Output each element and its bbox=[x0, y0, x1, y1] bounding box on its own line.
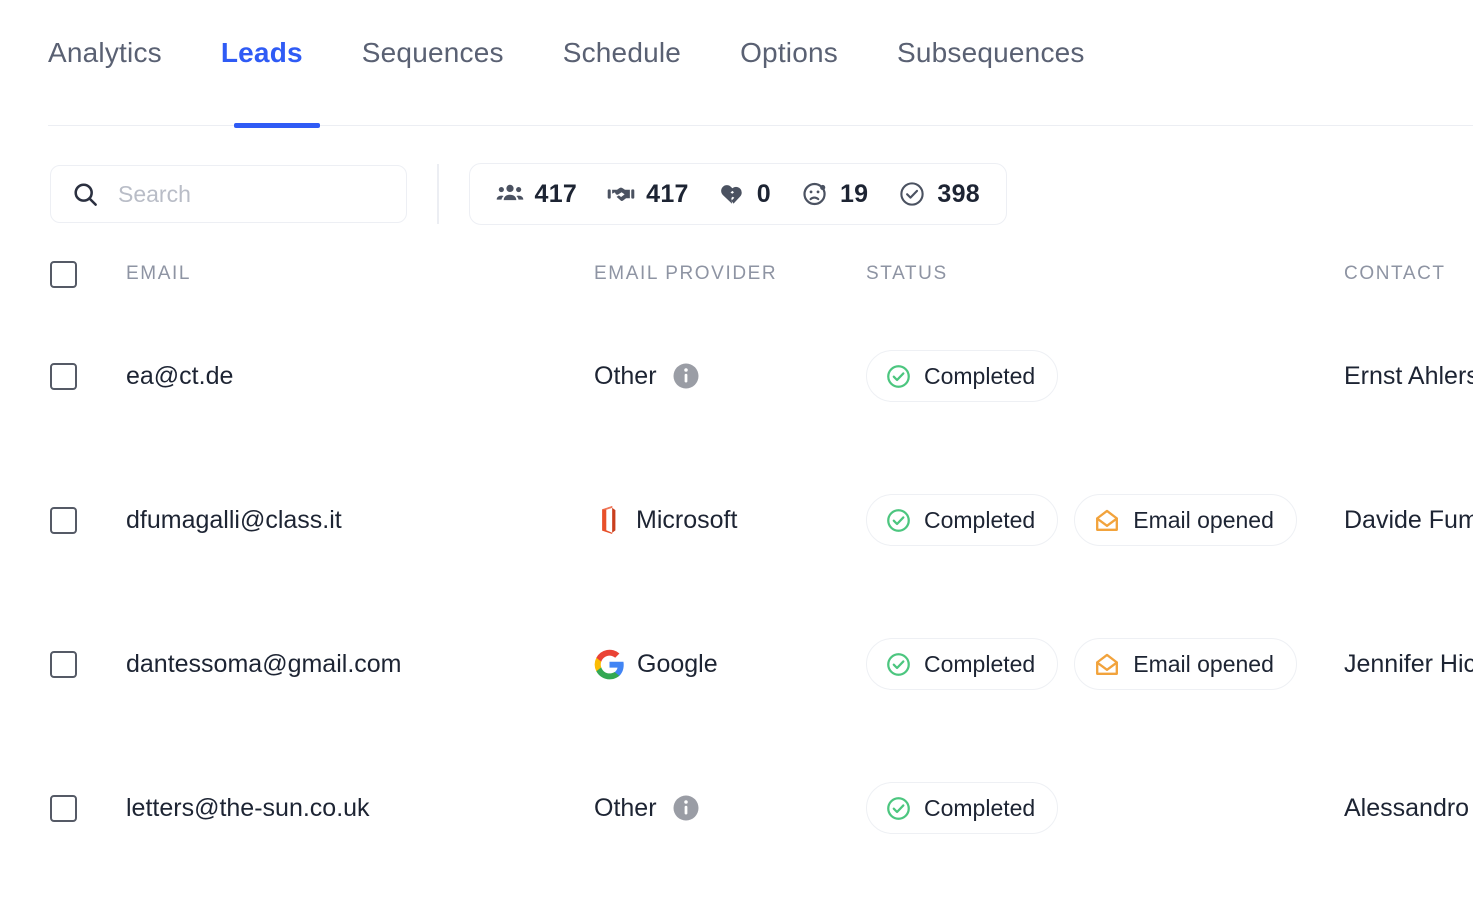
provider-label: Other bbox=[594, 793, 657, 822]
status-badge-completed[interactable]: Completed bbox=[866, 638, 1059, 690]
status-badge-completed[interactable]: Completed bbox=[866, 494, 1059, 546]
cell-status: Completed bbox=[866, 782, 1344, 834]
column-header-status[interactable]: STATUS bbox=[866, 263, 1344, 285]
tab-analytics[interactable]: Analytics bbox=[48, 38, 191, 68]
search-input[interactable] bbox=[118, 180, 386, 208]
cell-status: Completed Email opened bbox=[866, 494, 1344, 546]
row-select-cell bbox=[50, 650, 126, 678]
cell-contact: Jennifer Hicks bbox=[1344, 649, 1473, 678]
status-badge-label: Completed bbox=[924, 794, 1036, 821]
column-header-email-provider[interactable]: EMAIL PROVIDER bbox=[594, 263, 866, 285]
tab-schedule[interactable]: Schedule bbox=[563, 38, 710, 68]
table-row[interactable]: dfumagalli@class.it Microsoft Completed … bbox=[50, 448, 1473, 592]
cell-status: Completed bbox=[866, 350, 1344, 402]
search-icon bbox=[71, 180, 100, 209]
table-header-row: EMAIL EMAIL PROVIDER STATUS CONTACT bbox=[50, 244, 1473, 304]
stat-contacted[interactable]: 417 bbox=[607, 180, 689, 209]
stat-value: 19 bbox=[839, 179, 869, 208]
broken-heart-icon bbox=[719, 181, 746, 208]
microsoft-logo-icon bbox=[594, 504, 624, 536]
leads-table: EMAIL EMAIL PROVIDER STATUS CONTACT ea@c… bbox=[0, 244, 1473, 880]
cell-email: letters@the-sun.co.uk bbox=[126, 793, 370, 822]
check-circle-icon bbox=[885, 651, 912, 678]
cell-contact: Alessandro bbox=[1344, 793, 1470, 822]
cell-email-provider: Other bbox=[594, 361, 866, 391]
stats-bar: 417 417 0 19 398 bbox=[468, 163, 1008, 225]
status-badge-completed[interactable]: Completed bbox=[866, 782, 1059, 834]
row-checkbox[interactable] bbox=[50, 362, 77, 390]
cell-email-provider: Google bbox=[594, 649, 866, 680]
tab-bar: Analytics Leads Sequences Schedule Optio… bbox=[0, 0, 1473, 134]
row-select-cell bbox=[50, 506, 126, 534]
check-circle-icon bbox=[885, 507, 912, 534]
status-badge-label: Completed bbox=[924, 362, 1036, 389]
info-icon[interactable] bbox=[671, 361, 701, 391]
cell-contact: Davide Fumagalli bbox=[1344, 505, 1473, 534]
tab-options[interactable]: Options bbox=[740, 38, 867, 68]
table-row[interactable]: dantessoma@gmail.com Google Completed Em… bbox=[50, 592, 1473, 736]
sad-face-icon bbox=[801, 180, 829, 208]
row-checkbox[interactable] bbox=[50, 650, 77, 678]
table-row[interactable]: letters@the-sun.co.uk Other Completed Al… bbox=[50, 736, 1473, 880]
toolbar-divider bbox=[437, 164, 439, 224]
provider-label: Google bbox=[637, 649, 718, 678]
stat-value: 0 bbox=[756, 179, 771, 208]
handshake-icon bbox=[607, 180, 635, 208]
table-row[interactable]: ea@ct.de Other Completed Ernst Ahlers bbox=[50, 304, 1473, 448]
status-badge-label: Email opened bbox=[1133, 506, 1274, 533]
check-circle-icon bbox=[898, 180, 926, 208]
tab-list: Analytics Leads Sequences Schedule Optio… bbox=[48, 38, 1473, 68]
search-box[interactable] bbox=[50, 165, 407, 223]
tab-subsequences[interactable]: Subsequences bbox=[897, 38, 1114, 68]
cell-status: Completed Email opened bbox=[866, 638, 1344, 690]
stat-total-leads[interactable]: 417 bbox=[496, 180, 578, 209]
status-badge-label: Completed bbox=[924, 650, 1036, 677]
status-badge-email-opened[interactable]: Email opened bbox=[1074, 494, 1297, 546]
status-badge-label: Email opened bbox=[1133, 650, 1274, 677]
stat-value: 398 bbox=[937, 179, 981, 208]
stat-unsubscribed[interactable]: 0 bbox=[719, 180, 771, 209]
active-tab-indicator bbox=[234, 123, 320, 128]
cell-email: dantessoma@gmail.com bbox=[126, 649, 402, 678]
stat-bounced[interactable]: 19 bbox=[801, 180, 868, 209]
info-icon[interactable] bbox=[671, 793, 701, 823]
stat-value: 417 bbox=[534, 179, 578, 208]
toolbar: 417 417 0 bbox=[0, 134, 1473, 244]
row-checkbox[interactable] bbox=[50, 506, 77, 534]
people-group-icon bbox=[496, 180, 524, 208]
provider-label: Other bbox=[594, 361, 657, 390]
check-circle-icon bbox=[885, 363, 912, 390]
open-envelope-icon bbox=[1093, 506, 1121, 534]
cell-contact: Ernst Ahlers bbox=[1344, 361, 1473, 390]
tab-leads[interactable]: Leads bbox=[221, 38, 332, 68]
provider-label: Microsoft bbox=[636, 505, 738, 534]
select-all-cell bbox=[50, 260, 126, 288]
stat-completed[interactable]: 398 bbox=[898, 180, 980, 209]
status-badge-email-opened[interactable]: Email opened bbox=[1074, 638, 1297, 690]
status-badge-label: Completed bbox=[924, 506, 1036, 533]
cell-email: dfumagalli@class.it bbox=[126, 505, 342, 534]
status-badge-completed[interactable]: Completed bbox=[866, 350, 1059, 402]
tab-sequences[interactable]: Sequences bbox=[362, 38, 533, 68]
cell-email-provider: Microsoft bbox=[594, 504, 866, 536]
select-all-checkbox[interactable] bbox=[50, 260, 77, 288]
column-header-contact[interactable]: CONTACT bbox=[1344, 263, 1473, 285]
row-checkbox[interactable] bbox=[50, 794, 77, 822]
cell-email: ea@ct.de bbox=[126, 361, 234, 390]
stat-value: 417 bbox=[646, 179, 689, 208]
cell-email-provider: Other bbox=[594, 793, 866, 823]
google-logo-icon bbox=[594, 649, 625, 680]
check-circle-icon bbox=[885, 795, 912, 822]
open-envelope-icon bbox=[1093, 650, 1121, 678]
row-select-cell bbox=[50, 794, 126, 822]
column-header-email[interactable]: EMAIL bbox=[126, 263, 594, 285]
row-select-cell bbox=[50, 362, 126, 390]
